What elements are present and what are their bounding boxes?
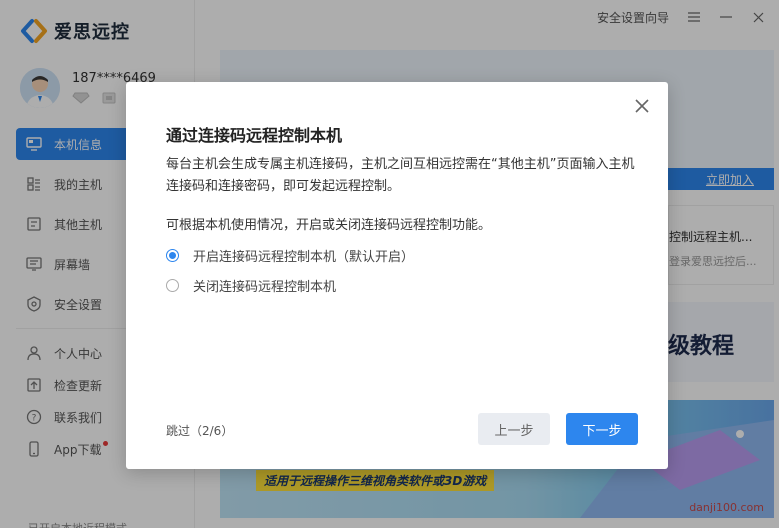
option-enable[interactable]: 开启连接码远程控制本机（默认开启） — [166, 246, 414, 265]
close-icon[interactable] — [634, 98, 650, 114]
option-disable[interactable]: 关闭连接码远程控制本机 — [166, 276, 336, 295]
radio-disable[interactable] — [166, 279, 179, 292]
option-label: 关闭连接码远程控制本机 — [193, 280, 337, 295]
prev-button[interactable]: 上一步 — [478, 413, 550, 445]
skip-link[interactable]: 跳过（2/6） — [166, 422, 233, 439]
guide-dialog: 通过连接码远程控制本机 每台主机会生成专属主机连接码，主机之间互相远控需在“其他… — [126, 82, 668, 469]
next-button[interactable]: 下一步 — [566, 413, 638, 445]
dialog-title: 通过连接码远程控制本机 — [166, 126, 343, 145]
dialog-description: 每台主机会生成专属主机连接码，主机之间互相远控需在“其他主机”页面输入主机连接码… — [166, 157, 635, 194]
radio-enable[interactable] — [166, 249, 179, 262]
option-label: 开启连接码远程控制本机（默认开启） — [193, 250, 415, 265]
dialog-subtitle: 可根据本机使用情况，开启或关闭连接码远程控制功能。 — [166, 218, 492, 233]
